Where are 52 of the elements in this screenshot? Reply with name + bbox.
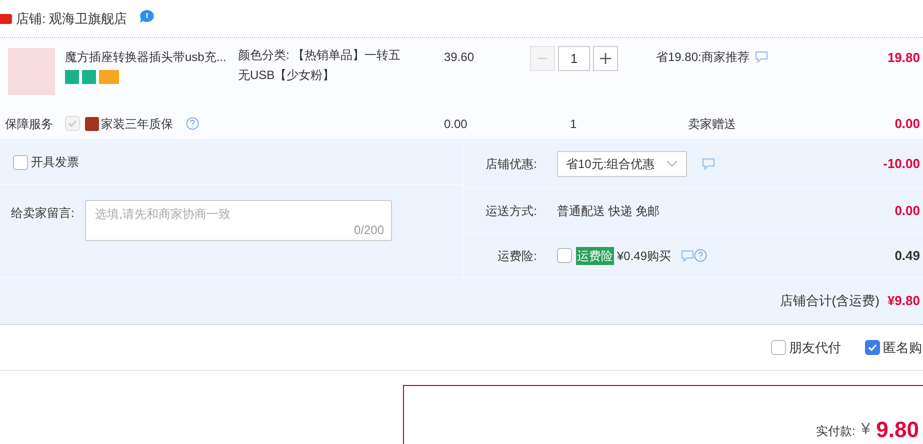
plus-icon — [599, 52, 612, 65]
product-image[interactable] — [8, 48, 55, 95]
insurance-amount: 0.49 — [894, 246, 920, 265]
help-icon[interactable] — [186, 117, 199, 130]
product-title[interactable]: 魔方插座转换器插头带usb充... — [65, 48, 230, 66]
decrease-button[interactable] — [530, 46, 555, 71]
shipping-label: 运送方式: — [484, 202, 538, 220]
option-label[interactable]: 朋友代付 — [789, 338, 841, 358]
chevron-down-icon — [666, 160, 678, 168]
message-label: 给卖家留言: — [11, 205, 76, 222]
check-icon — [867, 342, 878, 353]
warranty-icon — [85, 116, 99, 130]
chat-bubble-icon[interactable] — [139, 9, 156, 24]
chat-icon[interactable] — [702, 158, 715, 170]
checkbox[interactable] — [557, 248, 572, 263]
service-label: 保障服务 — [5, 116, 54, 132]
option-label[interactable]: 匿名购 — [883, 338, 922, 358]
unit-price: 39.60 — [444, 49, 476, 66]
shipping-amount: 0.00 — [894, 202, 920, 220]
quantity-field[interactable]: 1 — [558, 46, 590, 71]
shipping-method: 普通配送 快递 免邮 — [557, 202, 660, 220]
invoice-label[interactable]: 开具发票 — [31, 153, 79, 171]
insurance-label: 运费险: — [496, 248, 538, 264]
character-counter: 0/200 — [354, 222, 384, 239]
checkbox[interactable] — [771, 340, 786, 355]
store-name[interactable]: 店铺: 观海卫旗舰店 — [16, 8, 128, 28]
checkbox[interactable] — [865, 340, 880, 355]
product-sku: 颜色分类: 【热销单品】一转五无USB【少女粉】 — [238, 47, 402, 84]
store-total-label: 店铺合计(含运费) — [780, 292, 880, 310]
item-subtotal: 19.80 — [887, 49, 920, 67]
service-gift: 卖家赠送 — [688, 116, 736, 132]
chat-icon[interactable] — [755, 51, 768, 63]
discount-dropdown[interactable]: 省10元:组合优惠 — [557, 150, 687, 176]
discount-amount: -10.00 — [883, 154, 920, 173]
payment-label: 实付款: — [816, 423, 856, 440]
insurance-price: ¥0.49购买 — [617, 248, 672, 264]
payment-amount: 9.80 — [876, 417, 919, 443]
checkbox[interactable] — [13, 154, 28, 170]
service-subtotal: 0.00 — [894, 114, 920, 133]
service-name: 家装三年质保 — [101, 116, 174, 132]
help-icon[interactable] — [694, 249, 708, 262]
chat-icon[interactable] — [681, 250, 694, 262]
check-icon — [67, 118, 78, 129]
promo-text: 省19.80:商家推荐 — [656, 49, 750, 66]
insurance-tag: 运费险 — [576, 246, 614, 264]
increase-button[interactable] — [593, 46, 618, 71]
service-price: 0.00 — [444, 116, 468, 132]
store-total-amount: ¥9.80 — [887, 292, 920, 310]
currency-symbol: ¥ — [861, 420, 870, 440]
store-badge-icon — [0, 14, 12, 24]
discount-label: 店铺优惠: — [484, 156, 538, 172]
service-quantity: 1 — [570, 116, 578, 132]
